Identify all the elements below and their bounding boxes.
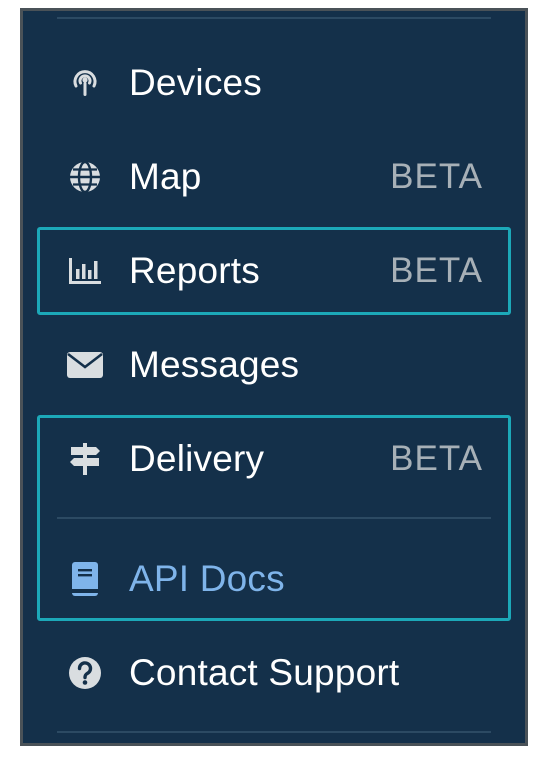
nav-item-contact-support[interactable]: Contact Support (23, 633, 525, 713)
nav-item-messages[interactable]: Messages (23, 325, 525, 405)
nav-label: Contact Support (129, 652, 400, 693)
highlight-box-reports (37, 227, 511, 315)
top-divider (57, 17, 491, 19)
nav-label: Messages (129, 344, 300, 385)
highlight-box-delivery-api-docs (37, 415, 511, 621)
question-circle-icon (59, 647, 111, 699)
sidebar-nav: Devices Map BETA Reports BETA Messages D… (20, 8, 528, 746)
globe-icon (59, 151, 111, 203)
nav-label: Devices (129, 62, 262, 103)
nav-item-devices[interactable]: Devices (23, 43, 525, 123)
envelope-icon (59, 339, 111, 391)
radio-signal-icon (59, 57, 111, 109)
nav-label: Map (129, 156, 202, 197)
beta-badge: BETA (390, 157, 483, 196)
nav-item-map[interactable]: Map BETA (23, 137, 525, 217)
bottom-divider (57, 731, 491, 733)
